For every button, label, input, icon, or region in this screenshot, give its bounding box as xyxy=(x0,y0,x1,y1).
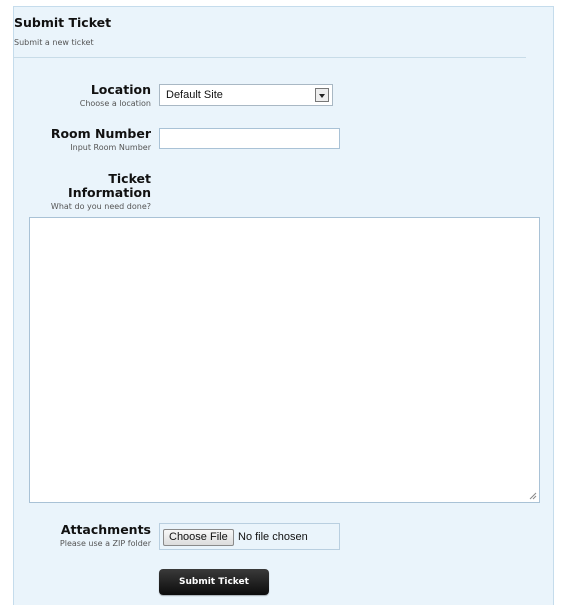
ticket-info-label-group: Ticket Information What do you need done… xyxy=(51,172,151,212)
ticket-info-label-line1: Ticket xyxy=(108,171,151,186)
attachments-file-input[interactable]: Choose File No file chosen xyxy=(159,523,340,550)
attachments-label-group: Attachments Please use a ZIP folder xyxy=(60,523,151,549)
room-number-label-group: Room Number Input Room Number xyxy=(51,127,151,153)
choose-file-button[interactable]: Choose File xyxy=(163,529,234,546)
location-label: Location xyxy=(90,82,151,97)
room-number-label: Room Number xyxy=(50,126,151,141)
location-hint: Choose a location xyxy=(79,99,151,108)
header-divider xyxy=(13,57,526,58)
location-select[interactable]: Default Site xyxy=(159,84,333,106)
room-number-input[interactable] xyxy=(159,128,340,149)
submit-ticket-button[interactable]: Submit Ticket xyxy=(159,569,269,595)
location-selected-value: Default Site xyxy=(166,89,223,101)
resize-grip-icon[interactable] xyxy=(529,492,537,500)
ticket-info-label-line2: Information xyxy=(68,185,151,200)
attachments-hint: Please use a ZIP folder xyxy=(59,539,151,548)
ticket-info-textarea[interactable] xyxy=(29,217,540,503)
attachments-label: Attachments xyxy=(60,522,151,537)
chevron-down-icon[interactable] xyxy=(315,88,329,102)
file-status: No file chosen xyxy=(238,531,308,543)
room-number-hint: Input Room Number xyxy=(70,143,151,152)
page-title: Submit Ticket xyxy=(14,15,112,30)
page-subtitle: Submit a new ticket xyxy=(14,38,94,47)
ticket-info-hint: What do you need done? xyxy=(50,202,151,211)
panel-header: Submit Ticket Submit a new ticket xyxy=(14,15,111,47)
location-label-group: Location Choose a location xyxy=(80,83,151,109)
